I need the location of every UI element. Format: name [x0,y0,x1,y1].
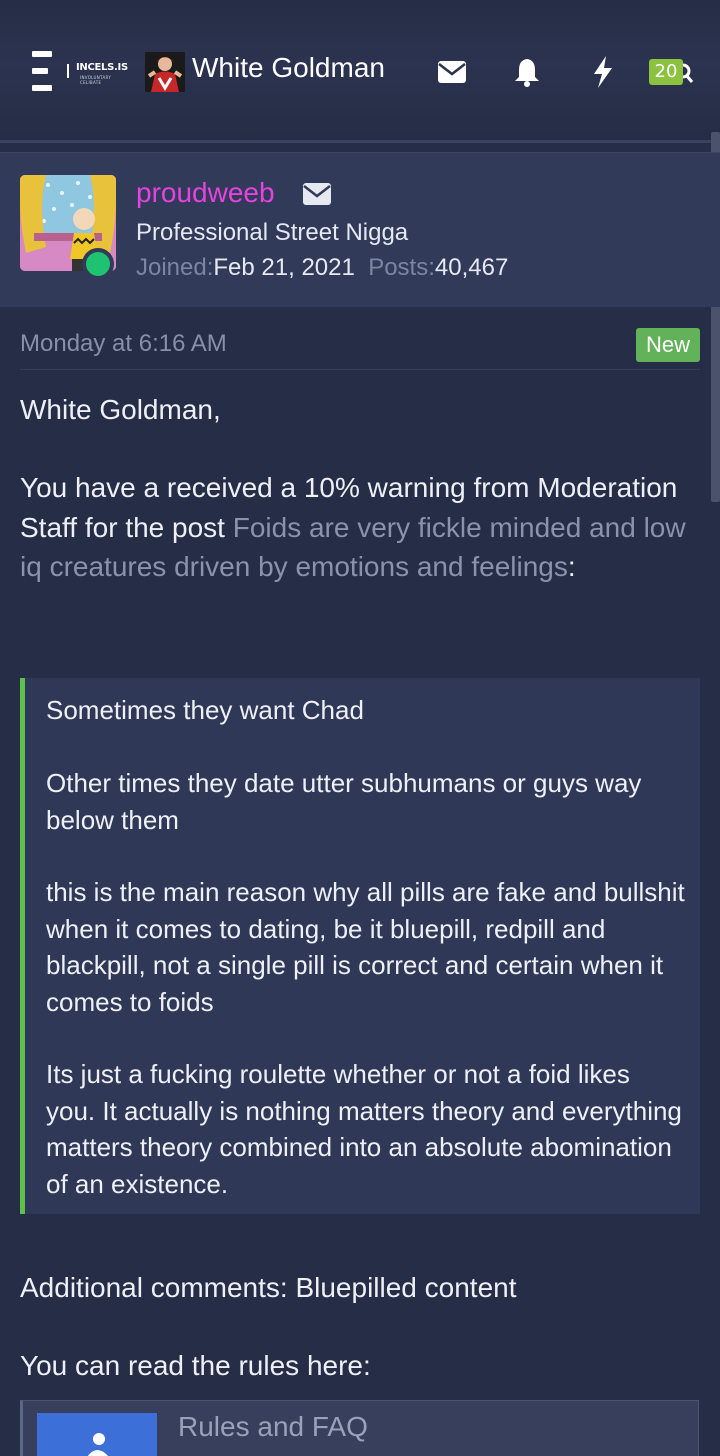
warning-paragraph: You have a received a 10% warning from M… [20,468,700,587]
user-avatar[interactable] [145,52,185,92]
posts-label: Posts: [368,254,435,281]
posts-value: 40,467 [434,254,509,281]
new-badge: New [635,328,700,362]
logo-mark [67,64,71,78]
poster-username[interactable]: proudweeb [136,177,275,209]
menu-icon[interactable] [32,51,56,91]
joined-label: Joined: [136,254,214,281]
quote-paragraph: Other times they date utter subhumans or… [46,768,642,835]
rules-card-title[interactable]: Rules and FAQ [178,1411,368,1443]
message-meta: Monday at 6:16 AM New [20,322,700,370]
quote-paragraph: this is the main reason why all pills ar… [46,877,685,1017]
additional-comments: Additional comments: Bluepilled content [20,1272,517,1303]
rules-thumbnail [37,1413,157,1456]
envelope-icon[interactable] [432,52,472,92]
message-user-header: proudweeb Professional Street Nigga Join… [0,152,720,307]
message-timestamp[interactable]: Monday at 6:16 AM [20,330,227,358]
joined-value: Feb 21, 2021 [213,254,355,281]
online-status-indicator [82,248,114,280]
rules-link-card[interactable]: Rules and FAQ [20,1400,699,1456]
site-logo[interactable]: INCELS.IS INVOLUNTARY CELIBATE [64,60,128,85]
bell-icon[interactable] [507,52,547,92]
header-username[interactable]: White Goldman [192,52,385,84]
greeting-text: White Goldman, [20,394,221,425]
quoted-post: Sometimes they want Chad Other times the… [20,678,700,1214]
quote-paragraph: Sometimes they want Chad [46,695,364,725]
post-link-suffix: : [567,551,576,582]
lightning-icon[interactable] [583,52,623,92]
rules-intro-text: You can read the rules here: [20,1350,371,1381]
notification-count-badge[interactable]: 20 [649,59,683,85]
logo-text: INCELS.IS [76,62,128,73]
quote-paragraph: Its just a fucking roulette whether or n… [46,1059,682,1199]
poster-user-title: Professional Street Nigga [136,219,409,246]
poster-stats: Joined:Feb 21, 2021 Posts:40,467 [136,254,508,282]
top-navbar: INCELS.IS INVOLUNTARY CELIBATE White Gol… [0,0,720,143]
logo-subtext: INVOLUNTARY CELIBATE [80,75,112,85]
envelope-icon[interactable] [302,181,332,207]
